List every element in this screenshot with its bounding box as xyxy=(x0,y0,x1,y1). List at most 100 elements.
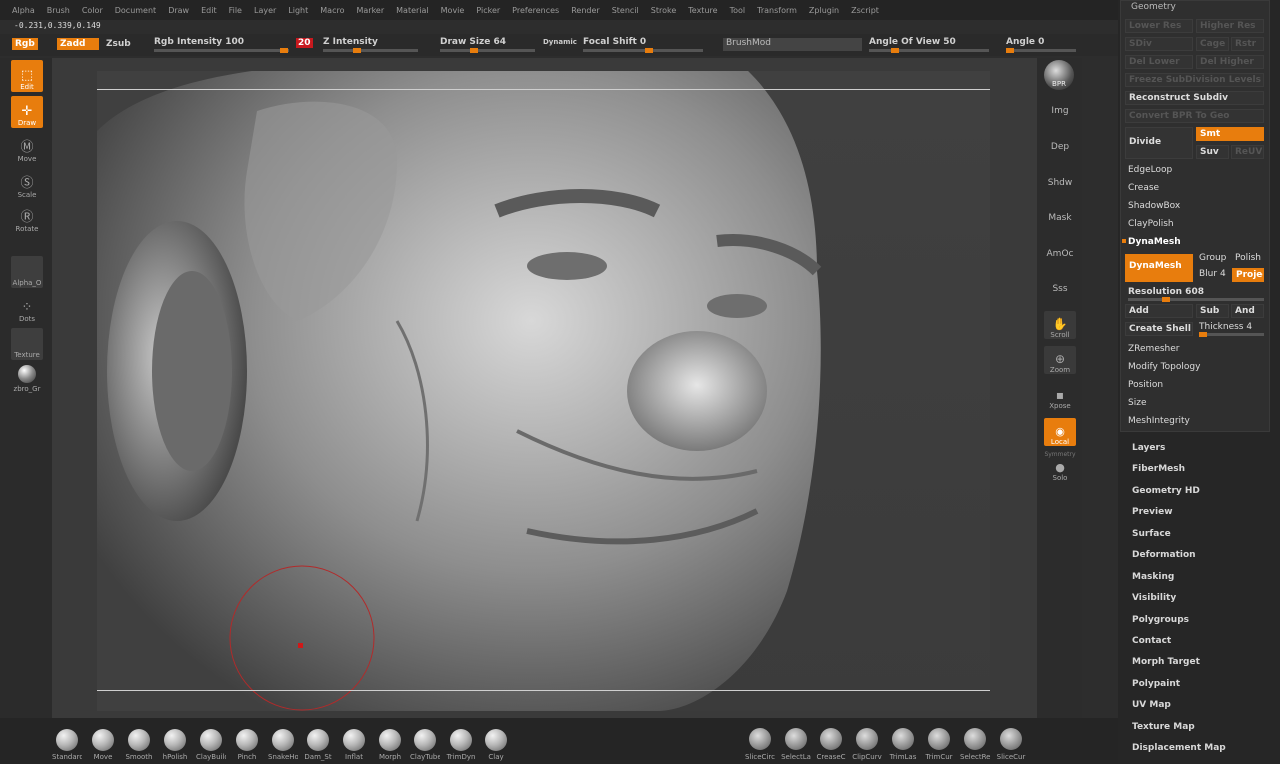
dep-button[interactable]: Dep xyxy=(1043,142,1077,152)
sdiv-slider[interactable]: SDiv xyxy=(1125,37,1193,51)
angle-of-view-label[interactable]: Angle Of View 50 xyxy=(869,37,956,47)
add-button[interactable]: Add xyxy=(1125,304,1193,318)
subpalette-surface[interactable]: Surface xyxy=(1132,529,1171,539)
brush-hpolish[interactable]: hPolish xyxy=(160,729,190,761)
subpalette-layers[interactable]: Layers xyxy=(1132,443,1165,453)
dynamesh-button[interactable]: DynaMesh xyxy=(1125,254,1193,282)
sub-button[interactable]: Sub xyxy=(1196,304,1229,318)
subpalette-deformation[interactable]: Deformation xyxy=(1132,550,1196,560)
modify-topology-item[interactable]: Modify Topology xyxy=(1128,362,1200,372)
brush-smooth[interactable]: Smooth xyxy=(124,729,154,761)
tool-selectre[interactable]: SelectRe xyxy=(960,728,990,761)
claypolish-item[interactable]: ClayPolish xyxy=(1128,219,1174,229)
xpose-button[interactable]: ▪ Xpose xyxy=(1044,382,1076,410)
menu-stroke[interactable]: Stroke xyxy=(651,6,677,15)
rotate-mode-button[interactable]: Ⓡ Rotate xyxy=(11,202,43,234)
smt-toggle[interactable]: Smt xyxy=(1196,127,1264,141)
menu-picker[interactable]: Picker xyxy=(476,6,500,15)
subpalette-contact[interactable]: Contact xyxy=(1132,636,1171,646)
angle-label[interactable]: Angle 0 xyxy=(1006,37,1044,47)
draw-size-label[interactable]: Draw Size 64 xyxy=(440,37,506,47)
freeze-subdivision-button[interactable]: Freeze SubDivision Levels xyxy=(1125,73,1264,87)
rgb-toggle[interactable]: Rgb xyxy=(12,38,38,50)
menu-tool[interactable]: Tool xyxy=(730,6,746,15)
menu-brush[interactable]: Brush xyxy=(47,6,70,15)
tool-slicecur[interactable]: SliceCur xyxy=(996,728,1026,761)
menu-alpha[interactable]: Alpha xyxy=(12,6,35,15)
rstr-button[interactable]: Rstr xyxy=(1231,37,1264,51)
draw-size-slider[interactable] xyxy=(440,48,535,53)
sss-button[interactable]: Sss xyxy=(1043,284,1077,294)
subpalette-morph-target[interactable]: Morph Target xyxy=(1132,657,1200,667)
project-toggle[interactable]: Project xyxy=(1232,268,1264,282)
local-symmetry-button[interactable]: ◉ Local xyxy=(1044,418,1076,446)
position-item[interactable]: Position xyxy=(1128,380,1163,390)
zremesher-item[interactable]: ZRemesher xyxy=(1128,344,1180,354)
del-lower-button[interactable]: Del Lower xyxy=(1125,55,1193,69)
subpalette-displacement-map[interactable]: Displacement Map xyxy=(1132,743,1226,753)
brushmod-field[interactable]: BrushMod xyxy=(723,38,862,51)
move-mode-button[interactable]: Ⓜ Move xyxy=(11,132,43,164)
subpalette-masking[interactable]: Masking xyxy=(1132,572,1174,582)
z-intensity-label[interactable]: Z Intensity xyxy=(323,37,378,47)
reuv-toggle[interactable]: ReUV xyxy=(1231,145,1264,159)
thickness-slider-track[interactable] xyxy=(1199,332,1264,337)
zsub-toggle[interactable]: Zsub xyxy=(106,39,131,49)
texture-selector[interactable]: Texture xyxy=(11,328,43,360)
solo-button[interactable]: ● Solo xyxy=(1044,458,1076,482)
brush-clay[interactable]: Clay xyxy=(481,729,511,761)
brush-inflat[interactable]: Inflat xyxy=(339,729,369,761)
menu-draw[interactable]: Draw xyxy=(168,6,189,15)
menu-movie[interactable]: Movie xyxy=(441,6,465,15)
reconstruct-subdiv-button[interactable]: Reconstruct Subdiv xyxy=(1125,91,1264,105)
menu-zscript[interactable]: Zscript xyxy=(851,6,879,15)
and-button[interactable]: And xyxy=(1231,304,1264,318)
draw-mode-button[interactable]: ✛ Draw xyxy=(11,96,43,128)
subpalette-geometry-hd[interactable]: Geometry HD xyxy=(1132,486,1200,496)
brush-move[interactable]: Move xyxy=(88,729,118,761)
tool-creasec[interactable]: CreaseC xyxy=(816,728,846,761)
alpha-selector[interactable]: Alpha_O xyxy=(11,256,43,288)
subpalette-polygroups[interactable]: Polygroups xyxy=(1132,615,1189,625)
tool-clipcurv[interactable]: ClipCurv xyxy=(852,728,882,761)
menu-file[interactable]: File xyxy=(229,6,242,15)
menu-document[interactable]: Document xyxy=(115,6,156,15)
subpalette-visibility[interactable]: Visibility xyxy=(1132,593,1176,603)
subpalette-uv-map[interactable]: UV Map xyxy=(1132,700,1171,710)
size-item[interactable]: Size xyxy=(1128,398,1146,408)
shdw-button[interactable]: Shdw xyxy=(1043,178,1077,188)
tool-selectla[interactable]: SelectLa xyxy=(781,728,811,761)
del-higher-button[interactable]: Del Higher xyxy=(1196,55,1264,69)
brush-morph[interactable]: Morph xyxy=(375,729,405,761)
subpalette-preview[interactable]: Preview xyxy=(1132,507,1173,517)
tool-trimlas[interactable]: TrimLas xyxy=(888,728,918,761)
brush-dam-st[interactable]: Dam_St xyxy=(303,729,333,761)
subpalette-texture-map[interactable]: Texture Map xyxy=(1132,722,1195,732)
group-toggle[interactable]: Group xyxy=(1199,253,1226,263)
shadowbox-item[interactable]: ShadowBox xyxy=(1128,201,1180,211)
blur-slider[interactable]: Blur 4 xyxy=(1199,269,1226,279)
angle-of-view-slider[interactable] xyxy=(869,48,989,53)
menu-texture[interactable]: Texture xyxy=(688,6,717,15)
menu-edit[interactable]: Edit xyxy=(201,6,217,15)
tool-trimcur[interactable]: TrimCur xyxy=(924,728,954,761)
menu-transform[interactable]: Transform xyxy=(757,6,797,15)
create-shell-button[interactable]: Create Shell xyxy=(1125,322,1193,336)
menu-stencil[interactable]: Stencil xyxy=(612,6,639,15)
thickness-slider[interactable]: Thickness 4 xyxy=(1199,322,1252,332)
scale-mode-button[interactable]: Ⓢ Scale xyxy=(11,168,43,200)
stroke-selector[interactable]: ⁘ Dots xyxy=(11,292,43,324)
menu-zplugin[interactable]: Zplugin xyxy=(809,6,839,15)
dynamesh-section[interactable]: DynaMesh xyxy=(1128,237,1181,247)
img-button[interactable]: Img xyxy=(1043,106,1077,116)
brush-claybuild[interactable]: ClayBuild xyxy=(196,729,226,761)
brush-claytubes[interactable]: ClayTubes xyxy=(410,729,440,761)
menu-render[interactable]: Render xyxy=(571,6,599,15)
menu-marker[interactable]: Marker xyxy=(356,6,384,15)
scroll-button[interactable]: ✋ Scroll xyxy=(1044,311,1076,339)
divide-button[interactable]: Divide xyxy=(1125,127,1193,159)
polish-toggle[interactable]: Polish xyxy=(1235,253,1261,263)
brush-trimdyn[interactable]: TrimDyn xyxy=(446,729,476,761)
zoom-button[interactable]: ⊕ Zoom xyxy=(1044,346,1076,374)
z-intensity-slider[interactable] xyxy=(323,48,418,53)
